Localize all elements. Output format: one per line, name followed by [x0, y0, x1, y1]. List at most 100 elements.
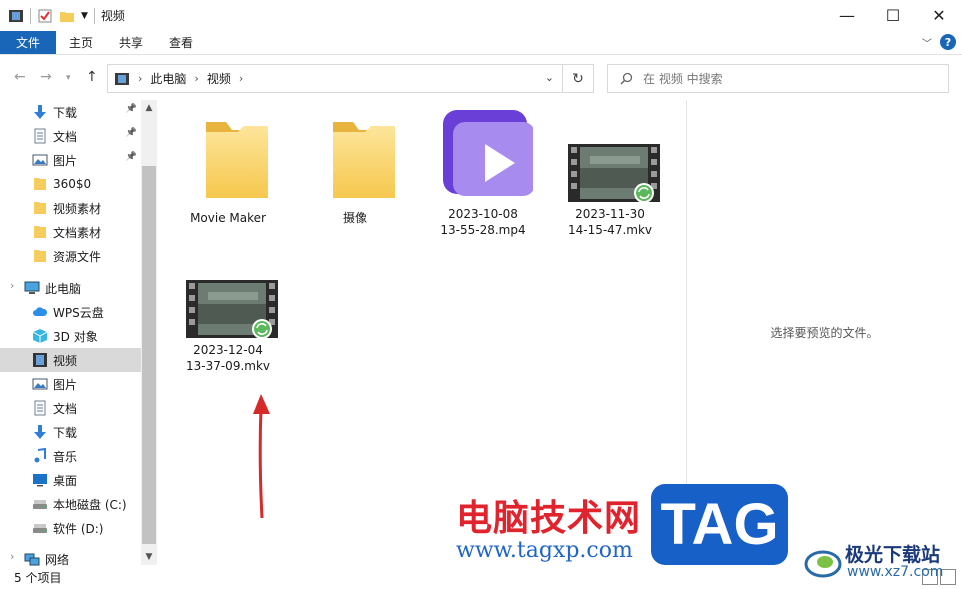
title-bar: ▼ 视频 — ☐ ✕ [0, 0, 962, 31]
search-box[interactable]: 在 视频 中搜索 [607, 64, 949, 93]
video-folder-icon [9, 9, 23, 22]
file-name: 2023-10-08 [448, 207, 518, 221]
tab-file[interactable]: 文件 [0, 31, 56, 54]
breadcrumb-videos[interactable]: 视频 [207, 70, 231, 87]
watermark-text: 电脑技术网 [456, 498, 642, 539]
expand-chevron-icon[interactable]: › [10, 279, 14, 292]
cube-icon [32, 328, 48, 344]
navigation-pane: 下载 📌 文档 📌 图片 📌 360$0 视频素材 文档素材 资源文件 › 此电脑 WPS云盘 3D 对象… [0, 100, 157, 567]
toolbar-separator [93, 7, 95, 24]
sidebar-item-label: 桌面 [53, 473, 78, 488]
item-count: 5 个项目 [14, 570, 62, 585]
sidebar-item[interactable]: 图片 [0, 372, 141, 396]
file-item[interactable]: 2023-10-08 13-55-28.mp4 [423, 108, 543, 238]
drive-icon [32, 496, 48, 512]
breadcrumb-this-pc[interactable]: 此电脑 [150, 70, 186, 87]
sidebar-item[interactable]: 视频 [0, 348, 141, 372]
sidebar-item-label: 下载 [53, 105, 78, 120]
document-icon [32, 400, 48, 416]
watermark-tag-logo: TAG [651, 484, 788, 565]
watermark-site-name: 极光下载站 [845, 544, 941, 566]
breadcrumb-chevron-icon[interactable]: › [239, 72, 243, 85]
sidebar-item[interactable]: 软件 (D:) [0, 516, 141, 540]
sidebar-item[interactable]: 图片 📌 [0, 148, 141, 172]
address-bar[interactable]: › 此电脑 › 视频 › ⌄ [107, 64, 563, 93]
download-icon [32, 104, 48, 120]
file-extension-line: 13-55-28.mp4 [440, 223, 526, 237]
folder-icon [32, 224, 48, 240]
file-item[interactable]: 2023-12-04 13-37-09.mkv [168, 244, 288, 374]
refresh-button[interactable]: ↻ [563, 64, 594, 93]
video-player-icon [443, 110, 533, 196]
desktop-icon [32, 472, 48, 488]
sidebar-item[interactable]: 本地磁盘 (C:) [0, 492, 141, 516]
sidebar-item[interactable]: 资源文件 [0, 244, 141, 268]
tab-home[interactable]: 主页 [56, 31, 106, 54]
sidebar-scrollbar[interactable]: ▲ ▼ [141, 100, 157, 565]
sidebar-item-label: 文档 [53, 129, 78, 144]
tab-share[interactable]: 共享 [106, 31, 156, 54]
file-name: Movie Maker [190, 211, 266, 225]
sidebar-item[interactable]: 文档 [0, 396, 141, 420]
address-dropdown-icon[interactable]: ⌄ [545, 71, 554, 84]
folder-icon [32, 248, 48, 264]
sidebar-item[interactable]: › 此电脑 [0, 276, 141, 300]
file-item[interactable]: Movie Maker [168, 110, 288, 226]
sidebar-item[interactable]: 音乐 [0, 444, 141, 468]
annotation-arrow-icon [253, 394, 270, 519]
help-icon[interactable]: ? [940, 34, 956, 50]
expand-ribbon-icon[interactable]: ﹀ [922, 35, 932, 50]
ribbon-tabs: 文件 主页 共享 查看 ﹀ ? [0, 31, 962, 55]
video-thumbnail-icon [568, 144, 660, 203]
minimize-button[interactable]: — [824, 0, 870, 31]
folder-icon [32, 200, 48, 216]
tab-view[interactable]: 查看 [156, 31, 206, 54]
folder-icon [32, 176, 48, 192]
watermark-site-logo: 极光下载站 www.xz7.com [803, 538, 953, 586]
sidebar-item[interactable]: 文档 📌 [0, 124, 141, 148]
file-item[interactable]: 2023-11-30 14-15-47.mkv [550, 108, 670, 238]
sidebar-item-label: 3D 对象 [53, 329, 98, 344]
pin-icon: 📌 [125, 104, 137, 114]
drive-icon [32, 520, 48, 536]
close-button[interactable]: ✕ [916, 0, 962, 31]
back-arrow-icon[interactable]: ← [14, 69, 26, 85]
file-extension-line: 14-15-47.mkv [567, 223, 653, 237]
sidebar-item[interactable]: 桌面 [0, 468, 141, 492]
expand-chevron-icon[interactable]: › [10, 550, 14, 563]
up-arrow-icon[interactable]: ↑ [86, 69, 98, 85]
sidebar-item[interactable]: 视频素材 [0, 196, 141, 220]
sidebar-item-label: 视频 [53, 353, 78, 368]
forward-arrow-icon[interactable]: → [40, 69, 52, 85]
scroll-up-icon[interactable]: ▲ [143, 103, 155, 113]
aurora-logo-icon [804, 550, 842, 578]
breadcrumb-chevron-icon[interactable]: › [194, 72, 198, 85]
scroll-down-icon[interactable]: ▼ [143, 552, 155, 562]
sidebar-item[interactable]: 下载 📌 [0, 100, 141, 124]
window-title: 视频 [100, 9, 125, 23]
maximize-button[interactable]: ☐ [870, 0, 916, 31]
download-icon [32, 424, 48, 440]
scrollbar-thumb[interactable] [142, 166, 156, 544]
picture-icon [32, 152, 48, 168]
preview-message: 选择要预览的文件。 [770, 326, 879, 340]
breadcrumb-chevron-icon[interactable]: › [138, 72, 142, 85]
sidebar-item[interactable]: WPS云盘 [0, 300, 141, 324]
new-folder-icon[interactable] [59, 8, 75, 24]
search-icon [620, 72, 633, 85]
sidebar-item-label: 音乐 [53, 449, 78, 464]
sidebar-item[interactable]: 文档素材 [0, 220, 141, 244]
computer-icon [24, 280, 40, 296]
sidebar-item[interactable]: 下载 [0, 420, 141, 444]
watermark-site-url: www.xz7.com [847, 564, 944, 580]
folder-icon [333, 122, 395, 198]
sidebar-item-label: 360$0 [53, 177, 92, 191]
recent-locations-icon[interactable]: ▾ [66, 73, 71, 83]
sidebar-item-label: 视频素材 [53, 201, 102, 216]
sidebar-item[interactable]: 3D 对象 [0, 324, 141, 348]
properties-icon[interactable] [37, 8, 53, 24]
toolbar-separator [30, 7, 31, 24]
file-item[interactable]: 摄像 [295, 110, 415, 226]
customize-toolbar-icon[interactable]: ▼ [81, 11, 88, 21]
sidebar-item[interactable]: 360$0 [0, 172, 141, 196]
